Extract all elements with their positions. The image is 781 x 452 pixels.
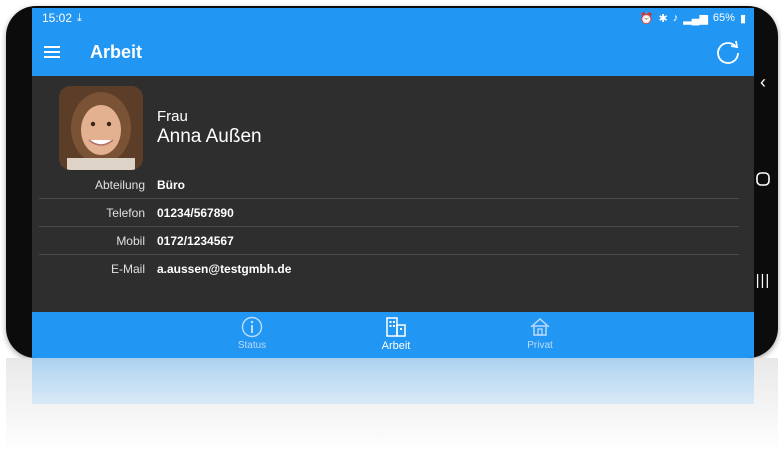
phone-reflection <box>6 358 778 452</box>
detail-label: Mobil <box>116 233 145 248</box>
detail-row-mobile[interactable]: Mobil 0172/1234567 <box>39 227 739 255</box>
page-title: Arbeit <box>90 41 143 62</box>
detail-label: E-Mail <box>110 262 145 276</box>
detail-row-department: Abteilung Büro <box>39 171 739 199</box>
nav-item-status[interactable]: Status <box>212 315 292 351</box>
bluetooth-icon: ✱ <box>658 12 668 25</box>
nav-label: Status <box>237 340 267 351</box>
signal-icon: ▂▄▆ <box>683 12 708 25</box>
detail-label: Telefon <box>106 205 145 220</box>
alarm-icon: ⏰ <box>639 12 654 25</box>
nav-label: Privat <box>527 340 553 351</box>
mute-icon: ♪ <box>672 12 679 24</box>
system-navigation-bar: ‹ ||| <box>748 6 778 358</box>
status-time: 15:02 <box>42 11 73 25</box>
app-screen: 15:02 ⤓ ⏰ ✱ ♪ ▂▄▆ 65% ▮ Arbeit Frau Anna… <box>32 8 754 358</box>
recents-icon[interactable]: ||| <box>748 272 778 289</box>
refresh-icon[interactable] <box>714 38 742 66</box>
back-icon[interactable]: ‹ <box>748 72 778 93</box>
person-name: Anna Außen <box>157 126 262 147</box>
detail-value[interactable]: a.aussen@testgmbh.de <box>157 262 291 276</box>
avatar <box>59 86 143 170</box>
salutation: Frau <box>157 108 188 125</box>
detail-value[interactable]: 01234/567890 <box>157 206 234 220</box>
bottom-navigation: Status Arbeit Privat <box>32 312 754 358</box>
status-indicators: ⏰ ✱ ♪ ▂▄▆ 65% ▮ <box>640 12 746 25</box>
detail-row-email[interactable]: E-Mail a.aussen@testgmbh.de <box>39 255 739 283</box>
app-bar: Arbeit <box>32 28 754 76</box>
detail-label: Abteilung <box>94 177 145 192</box>
battery-icon: ▮ <box>739 12 746 25</box>
detail-value[interactable]: 0172/1234567 <box>157 234 234 248</box>
hamburger-icon[interactable] <box>44 46 60 58</box>
profile-content: Frau Anna Außen Abteilung Büro Telefon 0… <box>32 76 754 312</box>
battery-level: 65% <box>712 12 735 24</box>
detail-value: Büro <box>157 177 185 192</box>
nav-item-privat[interactable]: Privat <box>500 315 580 351</box>
home-button-icon[interactable] <box>748 172 778 191</box>
detail-row-phone[interactable]: Telefon 01234/567890 <box>39 199 739 227</box>
download-icon: ⤓ <box>77 11 82 24</box>
building-icon <box>386 317 406 337</box>
status-bar: 15:02 ⤓ ⏰ ✱ ♪ ▂▄▆ 65% ▮ <box>32 8 754 28</box>
phone-frame: 15:02 ⤓ ⏰ ✱ ♪ ▂▄▆ 65% ▮ Arbeit Frau Anna… <box>6 6 778 358</box>
info-icon <box>241 316 263 338</box>
nav-item-arbeit[interactable]: Arbeit <box>356 315 436 352</box>
nav-label: Arbeit <box>381 340 411 352</box>
profile-photo <box>59 86 143 170</box>
home-icon <box>530 317 550 336</box>
